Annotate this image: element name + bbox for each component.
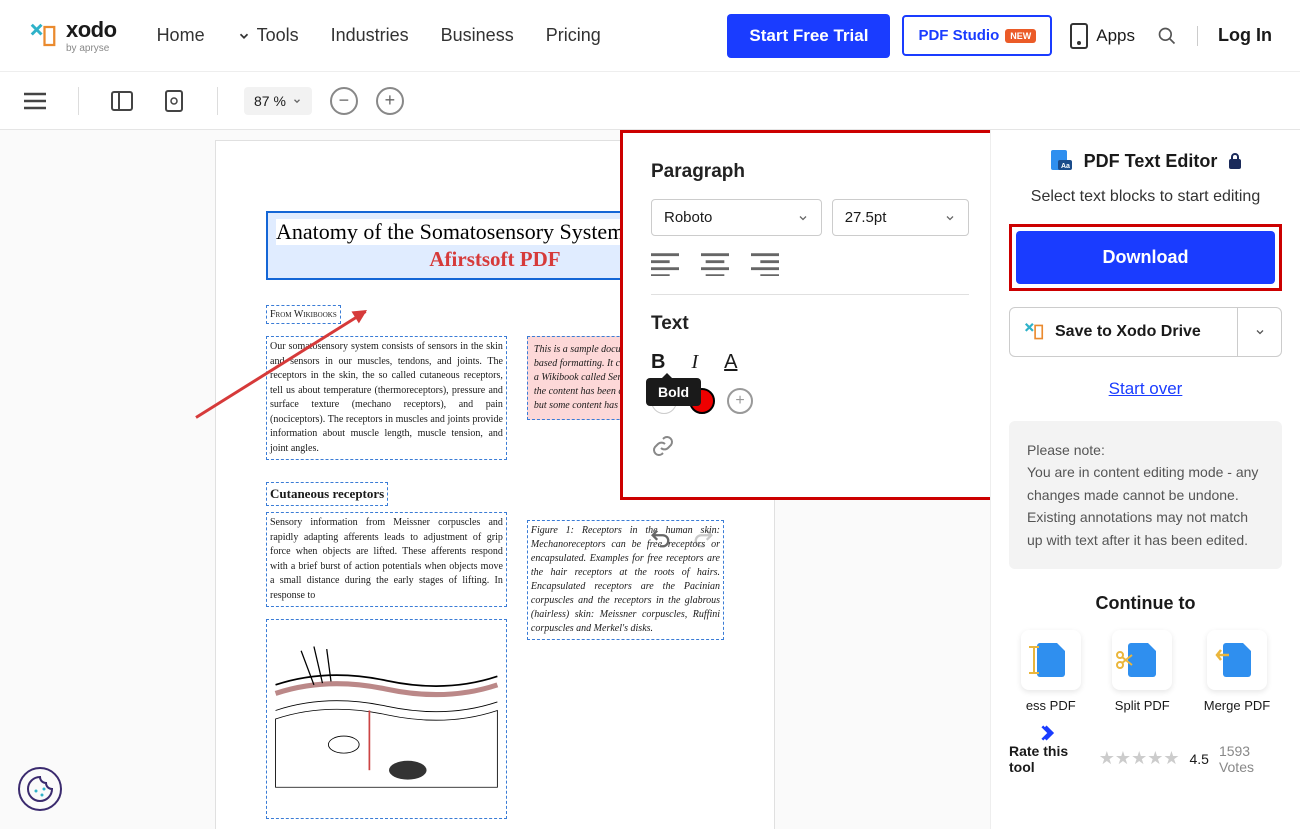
tools-next-arrow[interactable] — [1039, 723, 1059, 743]
tool-split[interactable]: Split PDF — [1112, 630, 1172, 713]
align-right-button[interactable] — [751, 252, 779, 276]
page-gear-icon — [164, 89, 184, 113]
zoom-out-button[interactable]: − — [330, 87, 358, 115]
svg-text:Aa: Aa — [1061, 163, 1070, 170]
align-left-button[interactable] — [651, 252, 679, 276]
device-icon — [1070, 23, 1088, 49]
font-dropdown[interactable]: Roboto — [651, 199, 822, 236]
document-area: Anatomy of the Somatosensory System Afir… — [0, 130, 990, 829]
zoom-in-button[interactable]: + — [376, 87, 404, 115]
xodo-drive-icon — [1023, 321, 1045, 343]
merge-arrow-icon — [1211, 648, 1231, 662]
paragraph-1[interactable]: Our somatosensory system consists of sen… — [266, 336, 507, 460]
size-dropdown[interactable]: 27.5pt — [832, 199, 969, 236]
search-icon — [1157, 26, 1177, 46]
color-add[interactable]: + — [727, 388, 753, 414]
pdf-studio-button[interactable]: PDF Studio NEW — [902, 15, 1052, 56]
cookie-settings[interactable] — [18, 767, 62, 811]
lock-icon — [1227, 152, 1243, 170]
apps-link[interactable]: Apps — [1070, 23, 1135, 49]
top-nav: xodo by apryse Home Tools Industries Bus… — [0, 0, 1300, 72]
nav-items: Home Tools Industries Business Pricing — [157, 25, 601, 46]
new-badge: NEW — [1005, 29, 1036, 43]
save-options[interactable] — [1237, 308, 1281, 356]
hamburger-icon — [24, 92, 46, 110]
paragraph-heading: Paragraph — [651, 161, 969, 183]
chevron-down-icon — [1254, 326, 1266, 338]
logo-icon — [28, 21, 58, 51]
continue-heading: Continue to — [1009, 593, 1282, 614]
tools-row: ess PDF Split PDF Merge PDF — [1009, 630, 1282, 713]
chevron-down-icon — [292, 96, 302, 106]
rating-row: Rate this tool ★★★★★ 4.5 1593 Votes — [1009, 743, 1282, 775]
divider — [1197, 26, 1198, 46]
chevron-down-icon — [944, 212, 956, 224]
paragraph-2[interactable]: Sensory information from Meissner corpus… — [266, 512, 507, 607]
star-rating[interactable]: ★★★★★ — [1099, 748, 1180, 769]
cookie-icon — [26, 775, 54, 803]
text-heading: Text — [651, 313, 969, 335]
subheading[interactable]: Cutaneous receptors — [266, 482, 388, 506]
link-button[interactable] — [651, 434, 969, 458]
panel-icon — [111, 91, 133, 111]
bold-button[interactable]: B — [651, 351, 665, 374]
italic-button[interactable]: I — [691, 351, 698, 374]
source-line: From Wikibooks — [266, 305, 341, 324]
toolbar: 87 % − + — [0, 72, 1300, 130]
logo[interactable]: xodo by apryse — [28, 17, 117, 54]
undo-button[interactable] — [647, 527, 673, 549]
tool-merge[interactable]: Merge PDF — [1204, 630, 1270, 713]
skin-diagram — [267, 620, 506, 818]
download-highlight: Download — [1009, 224, 1282, 291]
align-center-button[interactable] — [701, 252, 729, 276]
sidebar-toggle[interactable] — [105, 84, 139, 118]
menu-button[interactable] — [18, 84, 52, 118]
bold-tooltip: Bold — [646, 378, 701, 406]
scissors-icon — [1116, 651, 1134, 669]
chevron-down-icon — [237, 29, 251, 43]
nav-business[interactable]: Business — [441, 25, 514, 46]
note-box: Please note: You are in content editing … — [1009, 421, 1282, 569]
nav-home[interactable]: Home — [157, 25, 205, 46]
sidebar: Aa PDF Text Editor Select text blocks to… — [990, 130, 1300, 829]
search-button[interactable] — [1157, 26, 1177, 46]
underline-button[interactable]: A — [724, 351, 737, 374]
nav-tools[interactable]: Tools — [237, 25, 299, 46]
logo-subtext: by apryse — [66, 43, 117, 54]
tool-compress[interactable]: ess PDF — [1021, 630, 1081, 713]
redo-button[interactable] — [691, 527, 717, 549]
save-drive-button[interactable]: Save to Xodo Drive — [1010, 308, 1237, 356]
logo-text: xodo — [66, 17, 117, 43]
login-link[interactable]: Log In — [1218, 25, 1272, 46]
edit-panel: Paragraph Roboto 27.5pt Text B — [620, 130, 990, 500]
nav-pricing[interactable]: Pricing — [546, 25, 601, 46]
link-icon — [651, 434, 675, 458]
compress-icon — [1027, 643, 1041, 677]
start-over-link[interactable]: Start over — [1009, 379, 1282, 399]
zoom-level[interactable]: 87 % — [244, 87, 312, 115]
download-button[interactable]: Download — [1016, 231, 1275, 284]
chevron-down-icon — [797, 212, 809, 224]
page-settings[interactable] — [157, 84, 191, 118]
start-trial-button[interactable]: Start Free Trial — [727, 14, 890, 58]
editor-icon: Aa — [1048, 148, 1074, 174]
figure-1[interactable] — [266, 619, 507, 819]
sidebar-title: Aa PDF Text Editor — [1009, 148, 1282, 174]
sidebar-hint: Select text blocks to start editing — [1009, 188, 1282, 206]
nav-industries[interactable]: Industries — [331, 25, 409, 46]
